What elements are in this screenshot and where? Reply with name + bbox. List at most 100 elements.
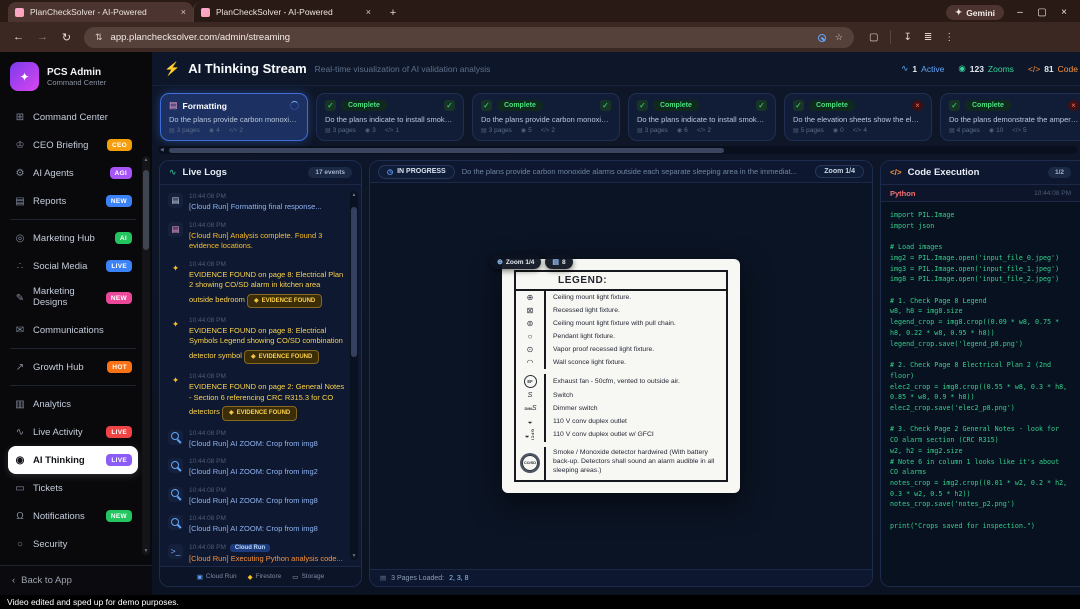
sidebar-item-ai-agents[interactable]: ⚙ AI Agents AGI (8, 159, 138, 187)
bookmark-star-icon[interactable]: ☆ (835, 32, 843, 43)
menu-kebab-icon[interactable]: ⋮ (944, 32, 954, 43)
pages-loaded-bar: ▤ 3 Pages Loaded: 2, 3, 8 (370, 569, 872, 586)
card-status: Complete (497, 100, 543, 111)
validation-card[interactable]: ✓ Complete × Do the plans demonstrate th… (940, 93, 1080, 141)
in-progress-panel: ◷ IN PROGRESS Do the plans provide carbo… (369, 160, 873, 587)
zoom-overlay-badge: ⊕Zoom 1/4 (490, 255, 541, 269)
log-message: [Cloud Run] Executing Python analysis co… (189, 554, 343, 566)
scrollbar-thumb[interactable] (351, 207, 357, 357)
scroll-left-icon: ◀ (160, 147, 164, 153)
log-entry[interactable]: 10:44:08 PM [Cloud Run] AI ZOOM: Crop fr… (168, 487, 345, 507)
close-button[interactable]: × (1058, 7, 1070, 18)
cards-horizontal-scrollbar[interactable]: ◀ (158, 146, 1077, 154)
app-logo[interactable]: ✦ PCS Admin Command Center (0, 52, 152, 99)
code-execution-panel: </> Code Execution 1/2 Python 10:44:08 P… (880, 160, 1080, 587)
reading-list-icon[interactable]: ≣ (924, 32, 932, 43)
sidebar-item-errors[interactable]: ⚠ Errors AI (8, 558, 138, 565)
sidebar-item-notifications[interactable]: Ω Notifications NEW (8, 502, 138, 530)
log-entry[interactable]: 10:44:08 PM [Cloud Run] AI ZOOM: Crop fr… (168, 515, 345, 535)
tune-icon[interactable]: ⇅ (95, 32, 103, 43)
pass-icon: ✓ (756, 100, 767, 111)
extensions-icon[interactable]: ▢ (869, 32, 878, 43)
new-tab-button[interactable]: + (384, 4, 402, 22)
cloud-run-service: ▣Cloud Run (197, 573, 237, 581)
ticket-icon: ▭ (14, 483, 26, 494)
validation-card[interactable]: ✓ Complete ✓ Do the plans indicate to in… (628, 93, 776, 141)
back-icon[interactable]: ← (12, 31, 25, 43)
address-bar[interactable]: ⇅ app.planchecksolver.com/admin/streamin… (84, 27, 854, 48)
code-block[interactable]: import PIL.Image import json # Load imag… (881, 202, 1080, 586)
sidebar-item-security[interactable]: ○ Security (8, 530, 138, 558)
tab-close-icon[interactable]: × (181, 7, 186, 17)
download-icon[interactable]: ↧ (903, 32, 911, 43)
validation-card[interactable]: ✓ Complete ✓ Do the plans provide carbon… (472, 93, 620, 141)
log-entry[interactable]: ✦ 10:44:08 PM EVIDENCE FOUND on page 8: … (168, 261, 345, 308)
validation-card[interactable]: ✓ Complete × Do the elevation sheets sho… (784, 93, 932, 141)
sidebar-item-analytics[interactable]: ▥ Analytics (8, 390, 138, 418)
sidebar-item-reports[interactable]: ▤ Reports NEW (8, 187, 138, 215)
page-overlay-badge: ▤8 (545, 255, 572, 269)
log-message: [Cloud Run] AI ZOOM: Crop from img8 (189, 496, 318, 507)
badge: LIVE (106, 454, 132, 466)
sparkle-icon: ✦ (168, 261, 183, 276)
pages-loaded-values: 2, 3, 8 (449, 575, 468, 582)
scrollbar-thumb[interactable] (143, 170, 149, 250)
log-entry[interactable]: ✦ 10:44:08 PM EVIDENCE FOUND on page 2: … (168, 373, 345, 420)
log-entry[interactable]: ▤ 10:44:08 PM [Cloud Run] Analysis compl… (168, 222, 345, 252)
sidebar-item-live-activity[interactable]: ∿ Live Activity LIVE (8, 418, 138, 446)
log-entry[interactable]: >_ 10:44:08 PM Cloud Run [Cloud Run] Exe… (168, 544, 345, 566)
scrollbar-thumb[interactable] (169, 148, 724, 153)
validation-card[interactable]: ✓ Complete ✓ Do the plans indicate to in… (316, 93, 464, 141)
log-timestamp: 10:44:08 PM (189, 261, 345, 268)
sidebar-item-marketing-hub[interactable]: ◎ Marketing Hub AI (8, 224, 138, 252)
log-entry[interactable]: 10:44:08 PM [Cloud Run] AI ZOOM: Crop fr… (168, 430, 345, 450)
maximize-button[interactable]: ▢ (1036, 7, 1048, 18)
check-icon: ✓ (793, 100, 804, 111)
cloud-run-icon: ▣ (197, 573, 203, 581)
sidebar-item-communications[interactable]: ✉ Communications (8, 316, 138, 344)
log-entry[interactable]: ▤ 10:44:08 PM [Cloud Run] Formatting fin… (168, 193, 345, 213)
sidebar-item-social-media[interactable]: ∴ Social Media LIVE (8, 252, 138, 280)
gemini-button[interactable]: ✦Gemini (946, 5, 1004, 20)
sidebar-item-label: Analytics (33, 399, 71, 410)
sidebar-item-ai-thinking[interactable]: ◉ AI Thinking LIVE (8, 446, 138, 474)
tab-favicon (15, 8, 24, 17)
browser-tab-2[interactable]: PlanCheckSolver - AI-Powered × (193, 2, 378, 22)
sidebar-item-label: Notifications (33, 511, 85, 522)
tab-close-icon[interactable]: × (366, 7, 371, 17)
ceiling-light-symbol: ⊕ (527, 293, 534, 302)
main-content: ⚡ AI Thinking Stream Real-time visualiza… (152, 52, 1080, 595)
sidebar-item-tickets[interactable]: ▭ Tickets (8, 474, 138, 502)
minimize-button[interactable]: – (1014, 7, 1026, 18)
app-subname: Command Center (47, 78, 106, 87)
validation-card-active[interactable]: ▤ Formatting Do the plans provide carbon… (160, 93, 308, 141)
reload-icon[interactable]: ↻ (60, 31, 73, 44)
diamond-icon: ◈ (229, 410, 234, 416)
url-text[interactable]: app.planchecksolver.com/admin/streaming (111, 32, 807, 43)
sidebar-item-command-center[interactable]: ⊞ Command Center (8, 103, 138, 131)
log-entry[interactable]: ✦ 10:44:08 PM EVIDENCE FOUND on page 8: … (168, 317, 345, 364)
analysis-viewport[interactable]: ⊕Zoom 1/4 ▤8 LEGEND: ⊕ Ceiling mount lig… (370, 183, 872, 569)
legend-row: ⊕ Ceiling mount light fixture. (516, 291, 726, 304)
app-name: PCS Admin (47, 67, 106, 78)
sidebar-item-marketing-designs[interactable]: ✎ Marketing Designs NEW (8, 280, 138, 316)
sidebar-item-ceo-briefing[interactable]: ♔ CEO Briefing CEO (8, 131, 138, 159)
log-timestamp: 10:44:08 PM (189, 515, 318, 522)
live-logs-list[interactable]: ▤ 10:44:08 PM [Cloud Run] Formatting fin… (160, 185, 361, 566)
sidebar-item-growth-hub[interactable]: ↗ Growth Hub HOT (8, 353, 138, 381)
code-icon: </> (1028, 64, 1040, 74)
pass-icon: ✓ (444, 100, 455, 111)
card-question: Do the elevation sheets show the elevati… (793, 115, 923, 124)
badge: LIVE (106, 260, 132, 272)
code-icon: </> (385, 128, 394, 134)
eye-icon: ◉ (833, 128, 838, 134)
logs-scrollbar[interactable]: ▲ ▼ (350, 191, 358, 560)
forward-icon[interactable]: → (36, 31, 49, 43)
search-icon[interactable] (815, 31, 827, 43)
log-entry[interactable]: 10:44:08 PM [Cloud Run] AI ZOOM: Crop fr… (168, 458, 345, 478)
events-count-badge: 17 events (308, 167, 352, 178)
back-to-app-link[interactable]: ‹ Back to App (0, 565, 152, 595)
sidebar-scrollbar[interactable]: ▲ ▼ (142, 156, 150, 555)
language-label: Python (890, 189, 915, 198)
browser-tab-1[interactable]: PlanCheckSolver - AI-Powered × (8, 2, 193, 22)
